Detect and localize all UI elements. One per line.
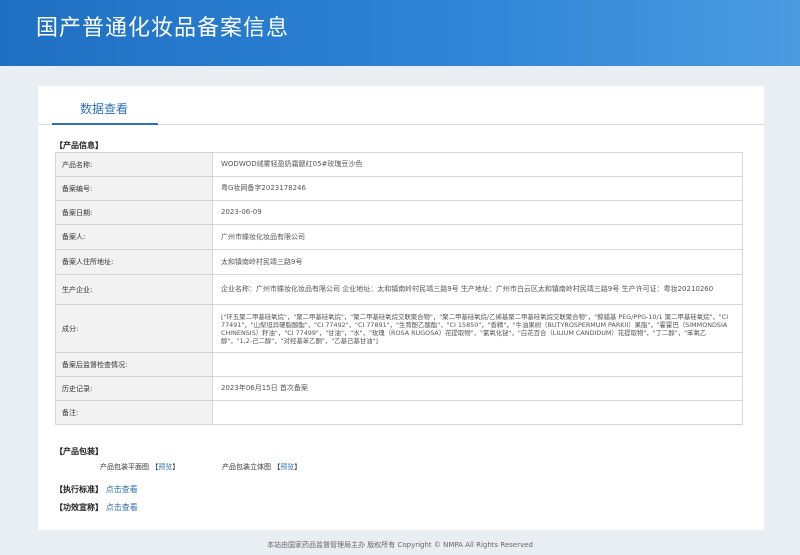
packaging-stereo-item: 产品包装立体图 【预览】	[222, 463, 302, 471]
row-value-remarks	[212, 400, 743, 425]
row-label-product-name: 产品名称:	[55, 152, 213, 177]
table-row: 备案人: 广州市蝶妆化妆品有限公司	[55, 224, 743, 250]
row-label-registrant-address: 备案人住所地址:	[55, 249, 213, 275]
page-footer: 本站由国家药品监督管理局主办 版权所有 Copyright © NMPA All…	[267, 541, 533, 549]
efficacy-section-title: 【功效宣称】	[55, 503, 103, 512]
tab-active-indicator	[52, 123, 158, 125]
packaging-flat-label: 产品包装平面图	[100, 463, 149, 471]
tab-bar: 数据查看	[38, 86, 764, 125]
table-row: 备案编号: 粤G妆网备字2023178246	[55, 176, 743, 201]
row-value-post-inspection	[212, 352, 743, 377]
packaging-flat-preview-link[interactable]: 预览	[158, 463, 172, 471]
table-row: 历史记录: 2023年06月15日 首次备案	[55, 376, 743, 401]
row-value-registration-number: 粤G妆网备字2023178246	[212, 176, 743, 201]
table-row: 产品名称: WODWOD绒雾轻盈奶霜腮红05#玫瑰豆沙色	[55, 152, 743, 177]
row-value-registration-date: 2023-06-09	[212, 200, 743, 225]
row-value-registrant-address: 太和镇南岭村民靖三路9号	[212, 249, 743, 275]
row-label-post-inspection: 备案后监督检查情况:	[55, 352, 213, 377]
table-row: 备案日期: 2023-06-09	[55, 200, 743, 225]
efficacy-section: 【功效宣称】 点击查看	[55, 502, 138, 513]
row-value-product-name: WODWOD绒雾轻盈奶霜腮红05#玫瑰豆沙色	[212, 152, 743, 177]
table-row: 备案后监督检查情况:	[55, 352, 743, 377]
standard-view-link[interactable]: 点击查看	[106, 485, 138, 494]
table-row: 成分: ["环五聚二甲基硅氧烷"，"聚二甲基硅氧烷"，"聚二甲基硅氧烷交联聚合物…	[55, 304, 743, 353]
standard-section-title: 【执行标准】	[55, 485, 103, 494]
row-label-registration-date: 备案日期:	[55, 200, 213, 225]
row-value-registrant: 广州市蝶妆化妆品有限公司	[212, 224, 743, 250]
row-value-history: 2023年06月15日 首次备案	[212, 376, 743, 401]
table-row: 备案人住所地址: 太和镇南岭村民靖三路9号	[55, 249, 743, 275]
product-info-section-title: 【产品信息】	[55, 141, 103, 150]
table-row: 备注:	[55, 400, 743, 425]
row-label-remarks: 备注:	[55, 400, 213, 425]
page-header: 国产普通化妆品备案信息	[0, 0, 800, 66]
row-label-registrant: 备案人:	[55, 224, 213, 250]
row-value-ingredients: ["环五聚二甲基硅氧烷"，"聚二甲基硅氧烷"，"聚二甲基硅氧烷交联聚合物"，"聚…	[212, 304, 743, 353]
standard-section: 【执行标准】 点击查看	[55, 484, 138, 495]
tab-data-view[interactable]: 数据查看	[80, 100, 128, 117]
packaging-stereo-label: 产品包装立体图	[222, 463, 271, 471]
packaging-section-title: 【产品包装】	[55, 447, 103, 456]
row-label-ingredients: 成分:	[55, 304, 213, 353]
row-label-manufacturer: 生产企业:	[55, 274, 213, 305]
row-value-manufacturer: 企业名称：广州市蝶妆化妆品有限公司 企业地址：太和镇南岭村民靖三路9号 生产地址…	[212, 274, 743, 305]
packaging-flat-item: 产品包装平面图 【预览】	[100, 463, 180, 471]
row-label-history: 历史记录:	[55, 376, 213, 401]
packaging-stereo-preview-link[interactable]: 预览	[280, 463, 294, 471]
row-label-registration-number: 备案编号:	[55, 176, 213, 201]
product-info-table: 产品名称: WODWOD绒雾轻盈奶霜腮红05#玫瑰豆沙色 备案编号: 粤G妆网备…	[55, 152, 743, 425]
efficacy-view-link[interactable]: 点击查看	[106, 503, 138, 512]
page-title: 国产普通化妆品备案信息	[36, 16, 290, 41]
table-row: 生产企业: 企业名称：广州市蝶妆化妆品有限公司 企业地址：太和镇南岭村民靖三路9…	[55, 274, 743, 305]
